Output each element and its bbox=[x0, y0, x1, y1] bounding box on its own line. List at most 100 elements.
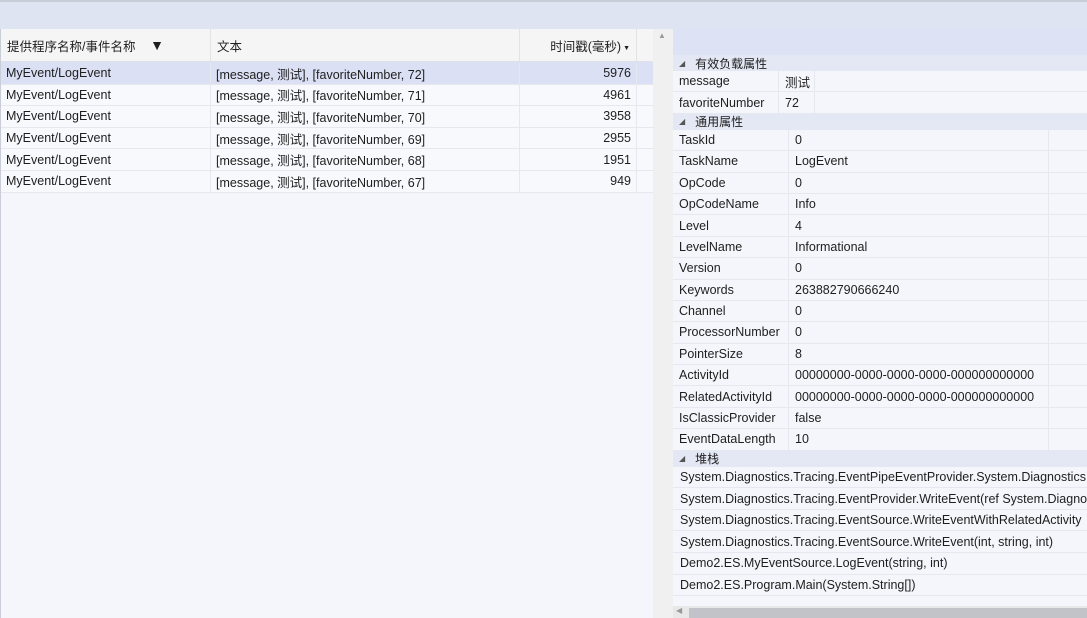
scroll-left-icon[interactable]: ◀ bbox=[676, 606, 682, 615]
stack-frame[interactable]: Demo2.ES.Program.Main(System.String[]) bbox=[673, 575, 1087, 597]
property-name: EventDataLength bbox=[673, 429, 789, 450]
property-row[interactable]: TaskName LogEvent bbox=[673, 151, 1087, 173]
property-row[interactable]: Version 0 bbox=[673, 258, 1087, 280]
collapse-icon[interactable]: ◢ bbox=[679, 59, 685, 68]
scroll-up-icon[interactable]: ▲ bbox=[658, 31, 666, 40]
property-row[interactable]: PointerSize 8 bbox=[673, 343, 1087, 366]
property-row[interactable]: ActivityId 00000000-0000-0000-0000-000000… bbox=[673, 365, 1087, 387]
property-row[interactable]: RelatedActivityId 00000000-0000-0000-0000… bbox=[673, 386, 1087, 408]
property-name: OpCode bbox=[673, 172, 789, 193]
property-name: RelatedActivityId bbox=[673, 386, 789, 407]
property-row[interactable]: Keywords 263882790666240 bbox=[673, 279, 1087, 301]
section-common[interactable]: ◢ 通用属性 bbox=[673, 113, 1087, 130]
events-table: 提供程序名称/事件名称 ▼ 文本 时间戳(毫秒) ▼ MyEvent/LogEven… bbox=[0, 29, 653, 618]
vertical-scrollbar[interactable]: ▲ bbox=[653, 29, 673, 618]
table-cell: MyEvent/LogEvent bbox=[1, 63, 211, 84]
table-cell: [message, 测试], [favoriteNumber, 72] bbox=[211, 63, 520, 84]
property-row[interactable]: Level 4 bbox=[673, 215, 1087, 237]
table-cell: MyEvent/LogEvent bbox=[1, 127, 211, 149]
table-row[interactable]: MyEvent/LogEvent [message, 测试], [favorite… bbox=[1, 170, 653, 193]
property-name: TaskId bbox=[673, 129, 789, 151]
property-value: Info bbox=[789, 193, 1049, 215]
scrollbar-thumb[interactable] bbox=[689, 608, 1087, 618]
table-row[interactable]: MyEvent/LogEvent [message, 测试], [favorite… bbox=[1, 127, 653, 150]
column-label: 提供程序名称/事件名称 bbox=[7, 39, 136, 54]
property-row[interactable]: OpCodeName Info bbox=[673, 193, 1087, 216]
property-name: LevelName bbox=[673, 236, 789, 258]
property-value: 0 bbox=[789, 172, 1049, 193]
property-value: 0 bbox=[789, 258, 1049, 279]
table-cell: [message, 测试], [favoriteNumber, 67] bbox=[211, 170, 520, 192]
collapse-icon[interactable]: ◢ bbox=[679, 454, 685, 463]
table-cell: MyEvent/LogEvent bbox=[1, 84, 211, 106]
table-cell: 2955 bbox=[520, 127, 637, 149]
property-name: ProcessorNumber bbox=[673, 322, 789, 343]
table-row[interactable]: MyEvent/LogEvent [message, 测试], [favorite… bbox=[1, 63, 653, 85]
property-row[interactable]: Channel 0 bbox=[673, 300, 1087, 323]
property-value: 0 bbox=[789, 300, 1049, 322]
table-cell: 3958 bbox=[520, 106, 637, 127]
table-row[interactable]: MyEvent/LogEvent [message, 测试], [favorite… bbox=[1, 84, 653, 107]
property-value: 00000000-0000-0000-0000-000000000000 bbox=[789, 386, 1049, 407]
property-value: 测试 bbox=[779, 71, 815, 92]
column-header-text[interactable]: 文本 bbox=[211, 29, 520, 61]
property-value: 00000000-0000-0000-0000-000000000000 bbox=[789, 365, 1049, 386]
section-payload[interactable]: ◢ 有效负载属性 bbox=[673, 55, 1087, 71]
property-value: 0 bbox=[789, 129, 1049, 151]
stack-frame[interactable]: System.Diagnostics.Tracing.EventPipeEven… bbox=[673, 467, 1087, 489]
event-details-panel: ◢ 有效负载属性 message 测试 favoriteNumber 72 ◢ 通用属性 … bbox=[673, 29, 1087, 618]
property-row[interactable]: OpCode 0 bbox=[673, 172, 1087, 194]
property-name: message bbox=[673, 71, 779, 92]
property-name: Channel bbox=[673, 300, 789, 322]
collapse-icon[interactable]: ◢ bbox=[679, 117, 685, 126]
stack-frame[interactable]: System.Diagnostics.Tracing.EventSource.W… bbox=[673, 531, 1087, 554]
property-value: 263882790666240 bbox=[789, 279, 1049, 300]
property-row[interactable]: message 测试 bbox=[673, 71, 1087, 93]
property-name: ActivityId bbox=[673, 365, 789, 386]
property-name: Level bbox=[673, 215, 789, 236]
column-header-provider[interactable]: 提供程序名称/事件名称 ▼ bbox=[1, 29, 211, 61]
property-row[interactable]: favoriteNumber 72 bbox=[673, 92, 1087, 114]
property-value: 4 bbox=[789, 215, 1049, 236]
toolbar bbox=[0, 0, 1087, 29]
property-name: favoriteNumber bbox=[673, 92, 779, 113]
stack-frame[interactable]: Demo2.ES.MyEventSource.LogEvent(string, … bbox=[673, 553, 1087, 575]
stack-frame[interactable]: System.Diagnostics.Tracing.EventProvider… bbox=[673, 488, 1087, 510]
table-cell: 1951 bbox=[520, 149, 637, 170]
property-value: 8 bbox=[789, 343, 1049, 365]
property-value: 10 bbox=[789, 429, 1049, 450]
horizontal-scrollbar[interactable]: ◀ bbox=[673, 606, 1087, 618]
property-row[interactable]: EventDataLength 10 bbox=[673, 429, 1087, 451]
property-row[interactable]: IsClassicProvider false bbox=[673, 407, 1087, 430]
property-name: PointerSize bbox=[673, 343, 789, 365]
table-cell: MyEvent/LogEvent bbox=[1, 170, 211, 192]
table-cell: 949 bbox=[520, 170, 637, 192]
property-name: OpCodeName bbox=[673, 193, 789, 215]
table-row[interactable]: MyEvent/LogEvent [message, 测试], [favorite… bbox=[1, 106, 653, 128]
property-row[interactable]: TaskId 0 bbox=[673, 129, 1087, 152]
property-name: Keywords bbox=[673, 279, 789, 300]
table-header: 提供程序名称/事件名称 ▼ 文本 时间戳(毫秒) ▼ bbox=[1, 29, 653, 63]
filter-icon[interactable]: ▼ bbox=[150, 37, 164, 53]
stack-frame[interactable]: System.Diagnostics.Tracing.EventSource.W… bbox=[673, 510, 1087, 532]
column-label: 时间戳(毫秒) bbox=[550, 39, 622, 54]
section-title: 通用属性 bbox=[695, 115, 744, 130]
property-name: IsClassicProvider bbox=[673, 407, 789, 429]
table-cell: MyEvent/LogEvent bbox=[1, 106, 211, 127]
column-label: 文本 bbox=[217, 39, 243, 54]
table-cell: MyEvent/LogEvent bbox=[1, 149, 211, 170]
section-title: 有效负载属性 bbox=[695, 56, 768, 71]
property-value: Informational bbox=[789, 236, 1049, 258]
table-cell: [message, 测试], [favoriteNumber, 70] bbox=[211, 106, 520, 127]
table-cell: 5976 bbox=[520, 63, 637, 84]
property-row[interactable]: LevelName Informational bbox=[673, 236, 1087, 259]
property-value: 0 bbox=[789, 322, 1049, 343]
table-row[interactable]: MyEvent/LogEvent [message, 测试], [favorite… bbox=[1, 149, 653, 171]
property-value: LogEvent bbox=[789, 151, 1049, 172]
section-stack[interactable]: ◢ 堆栈 bbox=[673, 450, 1087, 467]
table-cell: [message, 测试], [favoriteNumber, 71] bbox=[211, 84, 520, 106]
property-row[interactable]: ProcessorNumber 0 bbox=[673, 322, 1087, 344]
property-name: Version bbox=[673, 258, 789, 279]
column-header-timestamp[interactable]: 时间戳(毫秒) ▼ bbox=[520, 29, 637, 61]
details-header bbox=[673, 29, 1087, 55]
